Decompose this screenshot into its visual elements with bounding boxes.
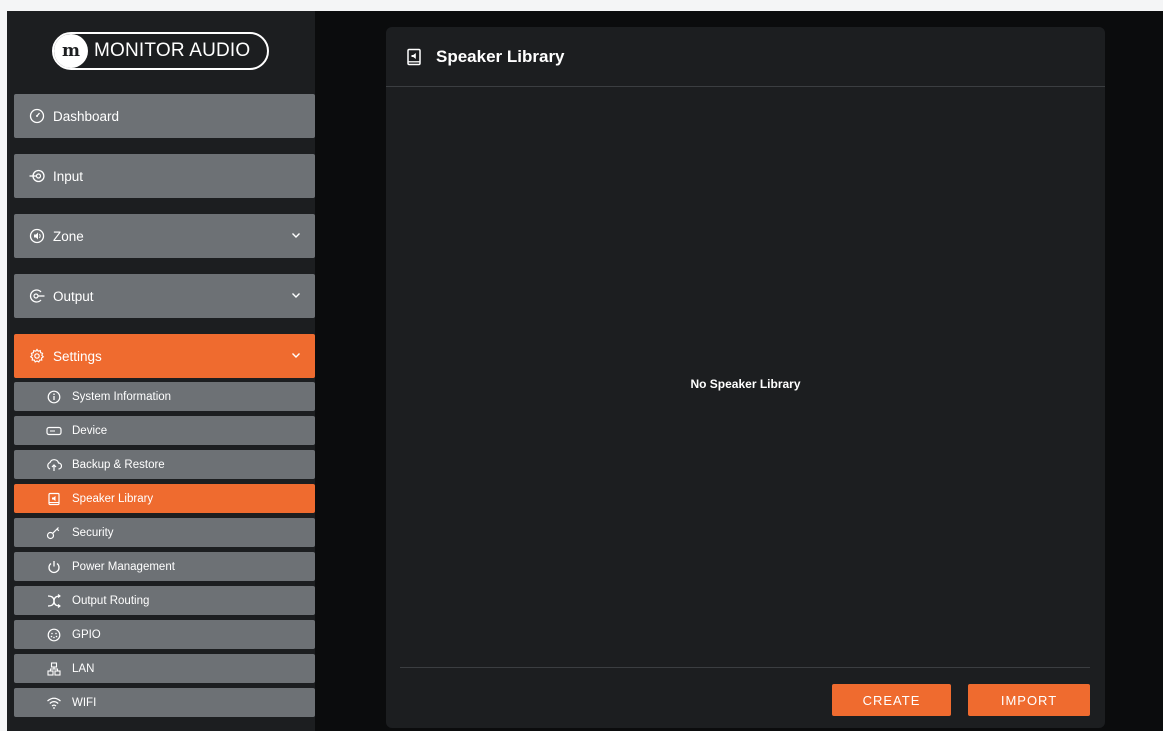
shuffle-icon (46, 593, 62, 608)
sidebar-item-label: Power Management (72, 560, 175, 573)
import-button[interactable]: IMPORT (968, 684, 1090, 716)
left-strip (0, 11, 7, 731)
network-icon (46, 661, 62, 676)
nav-item-settings[interactable]: Settings (14, 334, 315, 378)
speaker-library-panel: Speaker Library No Speaker Library CREAT… (386, 27, 1105, 728)
sidebar-item-label: Output Routing (72, 594, 150, 607)
sidebar-item-wifi[interactable]: WIFI (14, 688, 315, 717)
page-title: Speaker Library (436, 46, 565, 66)
sidebar: m MONITOR AUDIO Dashboard Input Zone Out… (7, 11, 315, 731)
speaker-library-icon (406, 48, 422, 66)
sidebar-item-label: Backup & Restore (72, 458, 165, 471)
output-icon (29, 288, 45, 304)
speaker-library-icon (46, 492, 62, 506)
sidebar-item-backup-restore[interactable]: Backup & Restore (14, 450, 315, 479)
nav-item-label: Input (53, 168, 84, 184)
gpio-icon (46, 628, 62, 642)
sidebar-item-output-routing[interactable]: Output Routing (14, 586, 315, 615)
chevron-down-icon (290, 229, 302, 241)
create-button[interactable]: CREATE (832, 684, 951, 716)
sidebar-item-label: Security (72, 526, 114, 539)
gauge-icon (29, 108, 45, 124)
nav-item-output[interactable]: Output (14, 274, 315, 318)
sidebar-item-label: GPIO (72, 628, 101, 641)
chevron-down-icon (290, 289, 302, 301)
key-icon (46, 526, 62, 540)
footer-divider (400, 667, 1090, 668)
logo[interactable]: m MONITOR AUDIO (52, 32, 269, 70)
device-icon (46, 424, 62, 438)
cloud-upload-icon (46, 458, 62, 472)
sidebar-item-power-management[interactable]: Power Management (14, 552, 315, 581)
nav-item-dashboard[interactable]: Dashboard (14, 94, 315, 138)
info-icon (46, 390, 62, 404)
nav-item-label: Output (53, 288, 94, 304)
sidebar-item-label: Device (72, 424, 108, 437)
panel-header: Speaker Library (386, 27, 1105, 87)
sidebar-item-label: System Information (72, 390, 172, 403)
top-strip (0, 0, 1163, 11)
input-icon (29, 168, 45, 184)
sidebar-item-security[interactable]: Security (14, 518, 315, 547)
chevron-down-icon (290, 349, 302, 361)
sidebar-item-lan[interactable]: LAN (14, 654, 315, 683)
sidebar-item-label: WIFI (72, 696, 97, 709)
speaker-icon (29, 228, 45, 244)
nav-item-label: Zone (53, 228, 84, 244)
logo-text: MONITOR AUDIO (94, 40, 251, 61)
nav-item-zone[interactable]: Zone (14, 214, 315, 258)
logo-mark-icon: m (54, 34, 88, 68)
sidebar-item-speaker-library[interactable]: Speaker Library (14, 484, 315, 513)
sidebar-item-device[interactable]: Device (14, 416, 315, 445)
sidebar-item-gpio[interactable]: GPIO (14, 620, 315, 649)
sidebar-item-label: Speaker Library (72, 492, 154, 505)
empty-state-message: No Speaker Library (690, 377, 801, 391)
nav-item-label: Dashboard (53, 108, 120, 124)
sidebar-item-label: LAN (72, 662, 95, 675)
nav-item-input[interactable]: Input (14, 154, 315, 198)
power-icon (46, 560, 62, 574)
wifi-icon (46, 696, 62, 710)
nav-item-label: Settings (53, 348, 102, 364)
sidebar-item-system-information[interactable]: System Information (14, 382, 315, 411)
gear-icon (29, 348, 45, 364)
